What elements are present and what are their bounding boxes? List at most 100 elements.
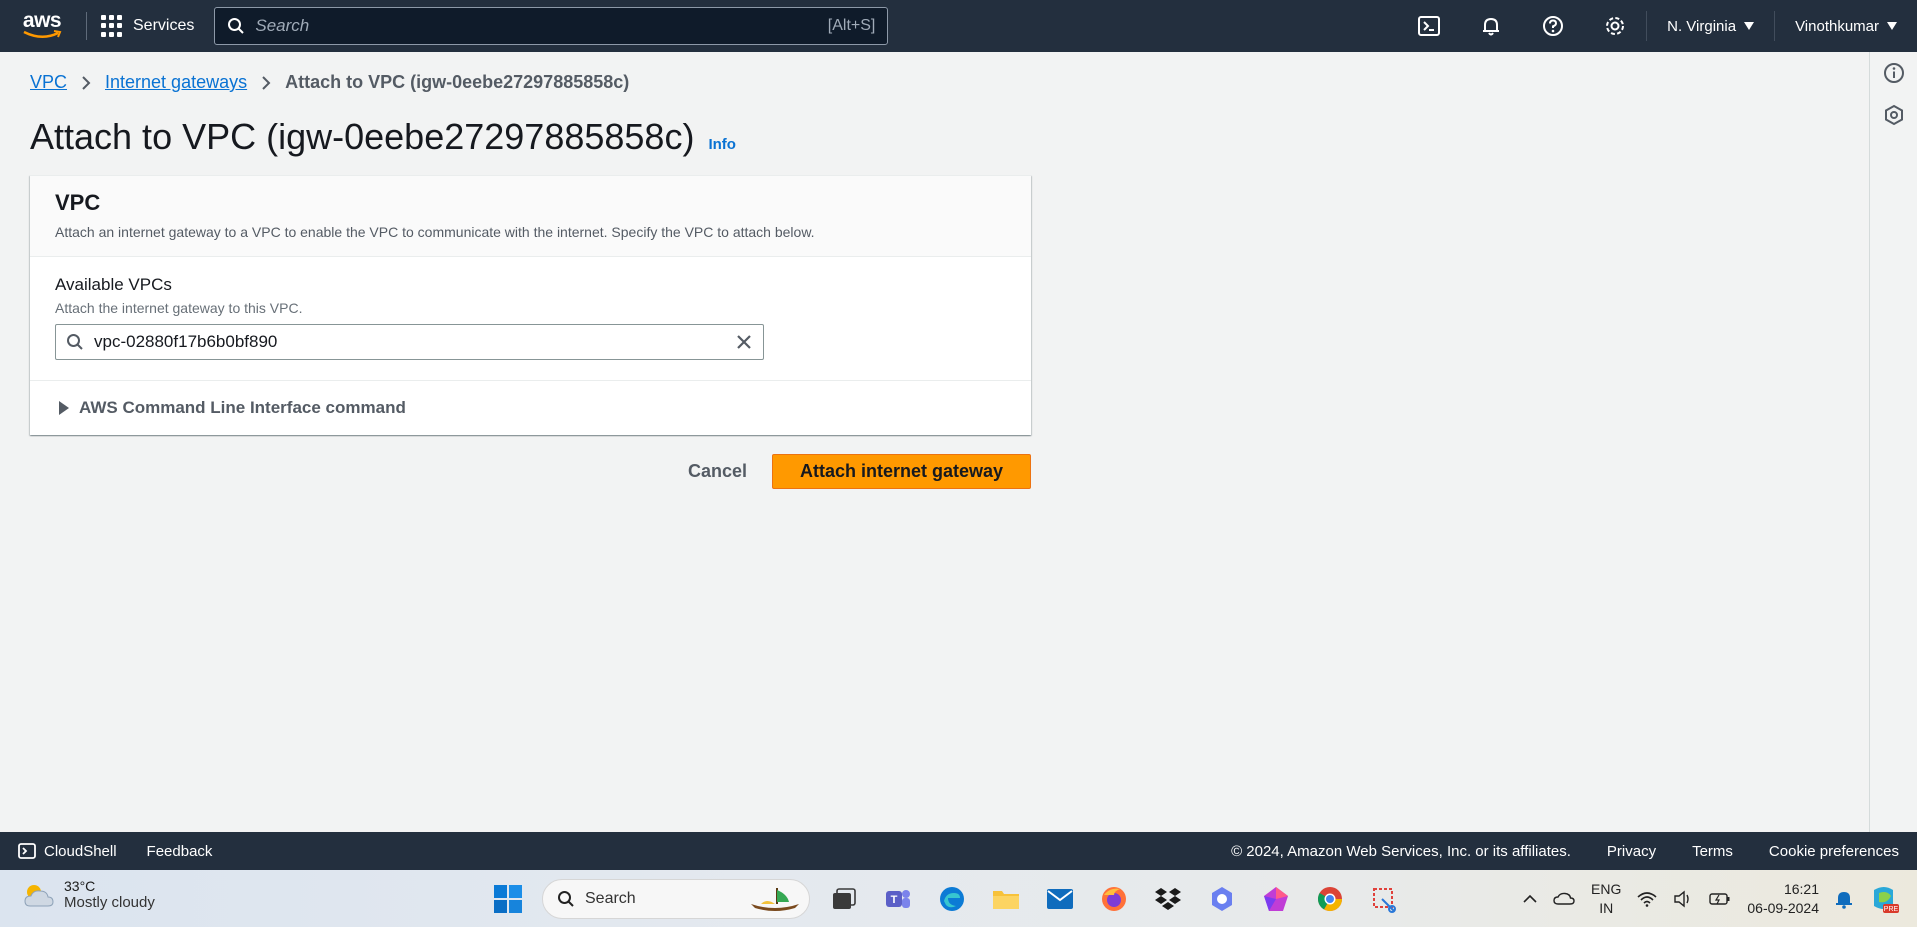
file-explorer-app[interactable] <box>986 879 1026 919</box>
terms-link[interactable]: Terms <box>1692 843 1733 860</box>
form-actions: Cancel Attach internet gateway <box>0 454 1031 489</box>
gem-icon <box>1264 887 1288 911</box>
task-view-button[interactable] <box>824 879 864 919</box>
info-panel-icon[interactable] <box>1883 62 1905 84</box>
system-tray: ENG IN 16:21 06-09-2024 PRE <box>1523 870 1917 927</box>
taskbar-apps: Search T <box>488 878 1404 920</box>
cloudshell-nav-button[interactable] <box>1398 0 1460 52</box>
services-label: Services <box>133 17 195 34</box>
breadcrumb-vpc-link[interactable]: VPC <box>30 72 67 93</box>
settings-button[interactable] <box>1584 0 1646 52</box>
language-indicator[interactable]: ENG IN <box>1591 880 1621 918</box>
top-navigation: aws Services Search [Alt+S] N. Virginia <box>0 0 1917 52</box>
cookie-preferences-link[interactable]: Cookie preferences <box>1769 843 1899 860</box>
clock-date: 06-09-2024 <box>1747 899 1819 916</box>
cli-command-expander[interactable]: AWS Command Line Interface command <box>30 381 1031 435</box>
services-menu-button[interactable]: Services <box>101 15 194 37</box>
caret-down-icon <box>1744 22 1755 30</box>
wifi-icon[interactable] <box>1637 891 1657 907</box>
region-code: IN <box>1599 899 1614 916</box>
aws-logo-text: aws <box>22 9 62 32</box>
privacy-link[interactable]: Privacy <box>1607 843 1656 860</box>
breadcrumb-internet-gateways-link[interactable]: Internet gateways <box>105 72 247 93</box>
svg-text:T: T <box>891 894 898 906</box>
search-icon <box>228 18 245 34</box>
copilot-icon <box>1212 887 1232 911</box>
chevron-right-icon <box>81 75 91 91</box>
chrome-app[interactable] <box>1310 879 1350 919</box>
cli-label: AWS Command Line Interface command <box>79 398 406 417</box>
panel-header: VPC Attach an internet gateway to a VPC … <box>30 176 1031 257</box>
breadcrumb: VPC Internet gateways Attach to VPC (igw… <box>30 72 629 93</box>
account-menu[interactable]: Vinothkumar <box>1775 0 1917 52</box>
mail-app[interactable] <box>1040 879 1080 919</box>
settings-icon <box>1606 17 1625 35</box>
windows-start-icon <box>494 885 522 913</box>
snipping-tool-app[interactable] <box>1364 879 1404 919</box>
search-icon <box>558 891 574 907</box>
cancel-button[interactable]: Cancel <box>663 455 772 488</box>
clear-icon[interactable] <box>735 333 753 351</box>
aws-logo[interactable]: aws <box>12 0 72 52</box>
aws-smile-icon <box>23 30 62 38</box>
temperature: 33°C <box>64 878 96 894</box>
edge-browser-icon <box>940 887 964 911</box>
teams-app[interactable]: T <box>878 879 918 919</box>
region-selector[interactable]: N. Virginia <box>1647 0 1774 52</box>
user-name: Vinothkumar <box>1795 17 1879 35</box>
firefox-app[interactable] <box>1094 879 1134 919</box>
folder-icon <box>993 891 1019 909</box>
weather-widget[interactable]: 33°C Mostly cloudy <box>22 878 155 911</box>
system-clock[interactable]: 16:21 06-09-2024 <box>1747 880 1819 918</box>
search-icon <box>67 334 83 350</box>
notification-bell-icon[interactable] <box>1835 889 1853 909</box>
grid-menu-icon <box>101 15 123 37</box>
mail-icon <box>1047 889 1073 909</box>
cloudshell-label: CloudShell <box>44 842 117 860</box>
caret-right-icon <box>59 401 69 415</box>
cloudshell-footer-button[interactable]: CloudShell <box>18 843 117 860</box>
page-title-row: Attach to VPC (igw-0eebe27297885858c) In… <box>30 116 736 158</box>
console-footer: CloudShell Feedback © 2024, Amazon Web S… <box>0 832 1917 870</box>
onedrive-cloud-icon[interactable] <box>1553 892 1575 906</box>
notifications-button[interactable] <box>1460 0 1522 52</box>
volume-icon[interactable] <box>1673 890 1693 908</box>
snipping-tool-icon <box>1373 888 1396 913</box>
taskbar-search-label: Search <box>585 890 636 907</box>
start-button[interactable] <box>488 879 528 919</box>
panel-description: Attach an internet gateway to a VPC to e… <box>55 224 815 240</box>
attach-internet-gateway-button[interactable]: Attach internet gateway <box>772 454 1031 489</box>
chevron-right-icon <box>261 75 271 91</box>
hexagon-tools-icon[interactable] <box>1883 104 1905 126</box>
cloudy-weather-icon <box>24 884 54 906</box>
feedback-link[interactable]: Feedback <box>147 843 213 860</box>
firefox-icon <box>1102 887 1126 911</box>
cloudshell-icon <box>1418 16 1441 36</box>
battery-icon[interactable] <box>1709 892 1731 906</box>
vpc-select-input[interactable]: vpc-02880f17b6b0bf890 <box>55 324 764 360</box>
chevron-up-icon[interactable] <box>1523 894 1537 904</box>
boat-search-highlight-icon <box>751 888 799 911</box>
cloudshell-icon <box>18 843 36 859</box>
edge-app[interactable] <box>932 879 972 919</box>
help-icon <box>1543 16 1564 36</box>
taskbar-search[interactable]: Search <box>542 879 810 919</box>
search-input[interactable]: Search [Alt+S] <box>214 7 889 45</box>
region-label: N. Virginia <box>1667 17 1737 35</box>
help-button[interactable] <box>1522 0 1584 52</box>
copilot-pre-icon[interactable]: PRE <box>1869 884 1899 914</box>
gem-app[interactable] <box>1256 879 1296 919</box>
dropbox-app[interactable] <box>1148 879 1188 919</box>
task-view-icon <box>833 888 856 909</box>
info-link[interactable]: Info <box>708 136 736 153</box>
breadcrumb-current: Attach to VPC (igw-0eebe27297885858c) <box>285 72 630 92</box>
right-tools-rail <box>1869 52 1917 832</box>
search-shortcut: [Alt+S] <box>827 17 876 34</box>
clock-time: 16:21 <box>1783 880 1819 897</box>
copyright-text: © 2024, Amazon Web Services, Inc. or its… <box>1231 842 1571 860</box>
language-code: ENG <box>1591 880 1622 897</box>
chrome-icon <box>1317 887 1342 912</box>
svg-text:PRE: PRE <box>1884 906 1899 913</box>
windows-taskbar: 33°C Mostly cloudy Search T ENG IN 16:21… <box>0 870 1917 927</box>
copilot-app[interactable] <box>1202 879 1242 919</box>
